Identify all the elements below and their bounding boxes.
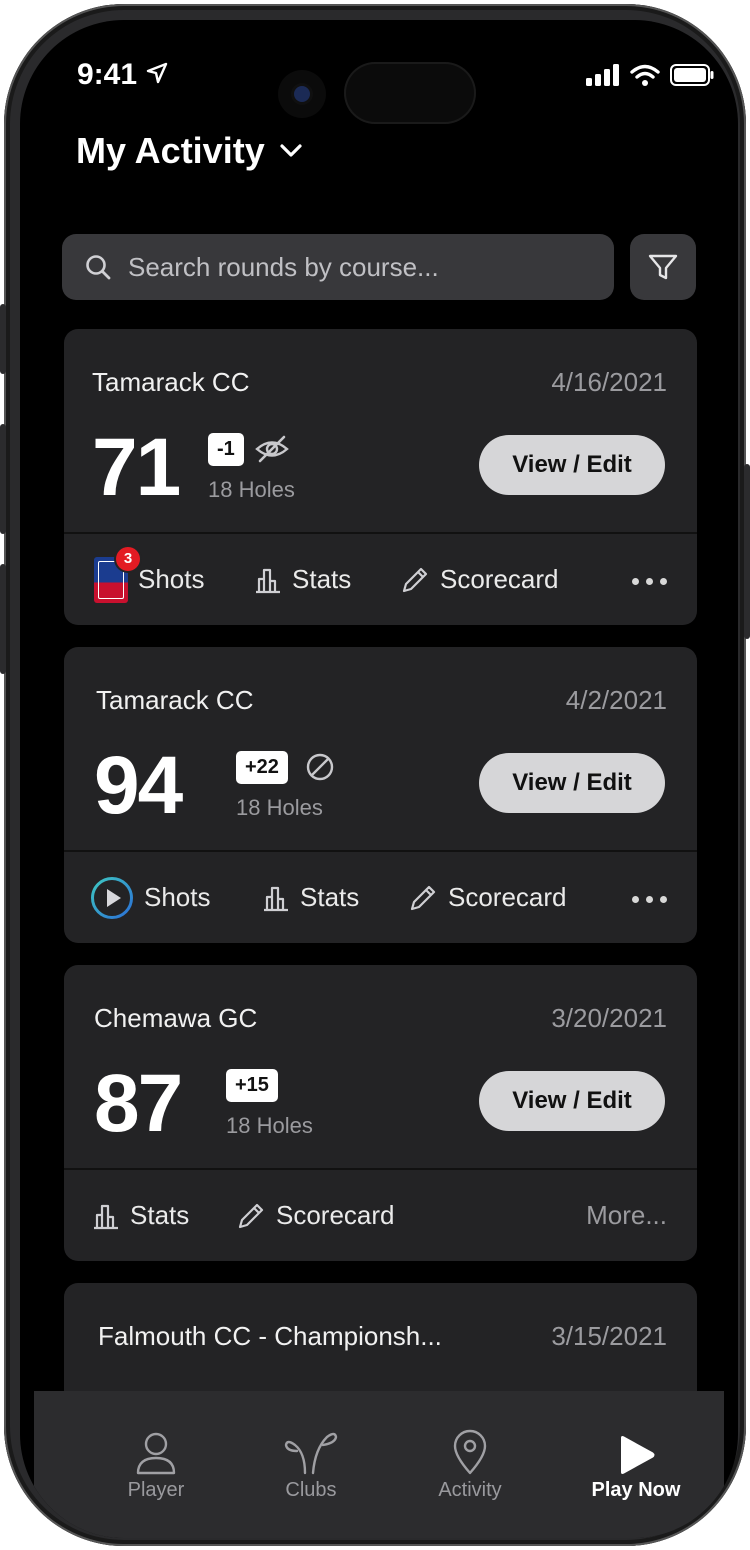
status-time: 9:41 — [77, 58, 138, 91]
volume-down-button — [0, 564, 6, 674]
pencil-icon — [402, 567, 428, 592]
scorecard-label: Scorecard — [448, 882, 567, 912]
more-options-icon[interactable] — [632, 578, 667, 585]
front-camera — [278, 70, 326, 118]
pencil-icon — [410, 885, 436, 910]
battery-icon — [670, 64, 714, 86]
hidden-eye-icon[interactable] — [254, 433, 290, 470]
scorecard-button[interactable]: Scorecard — [408, 852, 567, 943]
tab-player[interactable]: Player — [70, 1391, 242, 1502]
stats-label: Stats — [292, 564, 352, 594]
round-date: 4/2/2021 — [565, 685, 667, 715]
chevron-down-icon — [280, 144, 302, 157]
tab-clubs[interactable]: Clubs — [225, 1391, 397, 1502]
clubs-icon — [284, 1432, 338, 1475]
shots-button[interactable]: Shots — [90, 852, 211, 943]
round-card[interactable]: Chemawa GC 3/20/2021 87 +15 18 Holes Vie… — [64, 965, 697, 1261]
round-date: 3/15/2021 — [551, 1321, 667, 1351]
round-date: 4/16/2021 — [551, 367, 667, 397]
no-sync-icon — [304, 751, 336, 788]
bar-chart-icon — [94, 1204, 118, 1229]
shots-button[interactable]: 3 Shots — [94, 534, 205, 625]
tab-label: Activity — [438, 1479, 502, 1501]
course-name: Tamarack CC — [96, 685, 254, 715]
view-edit-button[interactable]: View / Edit — [479, 1071, 665, 1131]
round-score: 87 — [94, 1058, 183, 1149]
scorecard-button[interactable]: Scorecard — [400, 534, 559, 625]
scorecard-button[interactable]: Scorecard — [236, 1170, 395, 1261]
phone-frame: 9:41 My Activity Search rounds by course… — [0, 4, 750, 1546]
stats-label: Stats — [130, 1200, 190, 1230]
round-card[interactable]: Tamarack CC 4/16/2021 71 -1 18 Holes Vie… — [64, 329, 697, 625]
pga-tour-logo-icon: 3 — [94, 546, 140, 603]
power-button — [744, 464, 750, 639]
bar-chart-icon — [256, 568, 280, 593]
shots-count-badge: 3 — [116, 546, 140, 571]
page-title: My Activity — [76, 130, 265, 171]
tab-play-now[interactable]: Play Now — [550, 1391, 722, 1502]
course-name: Chemawa GC — [94, 1003, 258, 1033]
holes-played: 18 Holes — [236, 795, 323, 820]
location-arrow-icon — [146, 62, 168, 89]
search-input[interactable] — [126, 250, 590, 284]
volume-up-button — [0, 424, 6, 534]
person-icon — [136, 1432, 176, 1475]
stats-button[interactable]: Stats — [254, 534, 351, 625]
pencil-icon — [238, 1203, 264, 1228]
filter-button[interactable] — [630, 234, 696, 300]
more-options-icon[interactable] — [632, 896, 667, 903]
more-button[interactable]: More... — [586, 1170, 667, 1261]
tab-label: Clubs — [285, 1479, 337, 1501]
stats-button[interactable]: Stats — [92, 1170, 189, 1261]
search-icon — [84, 253, 112, 281]
mute-switch — [0, 304, 6, 374]
tab-bar: Player Clubs Activity Play Now — [34, 1391, 724, 1538]
scorecard-label: Scorecard — [276, 1200, 395, 1230]
round-score: 94 — [94, 740, 183, 831]
stats-button[interactable]: Stats — [262, 852, 359, 943]
play-circle-icon — [91, 876, 133, 919]
holes-played: 18 Holes — [226, 1113, 313, 1138]
round-card[interactable]: Tamarack CC 4/2/2021 94 +22 18 Holes Vie… — [64, 647, 697, 943]
tab-label: Play Now — [591, 1479, 681, 1501]
view-edit-button[interactable]: View / Edit — [479, 753, 665, 813]
activity-filter-dropdown[interactable]: My Activity — [76, 130, 303, 172]
to-par-badge: +22 — [236, 751, 288, 784]
round-score: 71 — [92, 422, 181, 513]
bar-chart-icon — [264, 886, 288, 911]
status-icons — [586, 64, 714, 86]
course-name: Tamarack CC — [92, 367, 250, 397]
to-par-badge: -1 — [208, 433, 244, 466]
search-bar[interactable] — [62, 234, 614, 300]
stats-label: Stats — [300, 882, 360, 912]
play-icon — [621, 1436, 655, 1474]
view-edit-button[interactable]: View / Edit — [479, 435, 665, 495]
shots-label: Shots — [144, 882, 211, 912]
filter-funnel-icon — [648, 254, 678, 280]
screen: 9:41 My Activity Search rounds by course… — [20, 20, 738, 1538]
round-actions: Shots Stats Scorecard — [64, 852, 697, 943]
location-pin-icon — [453, 1429, 487, 1475]
course-name: Falmouth CC - Championsh... — [98, 1321, 442, 1351]
round-actions: 3 Shots Stats Scorecard — [64, 534, 697, 625]
wifi-icon — [630, 64, 660, 86]
cellular-signal-icon — [586, 64, 619, 86]
scorecard-label: Scorecard — [440, 564, 559, 594]
holes-played: 18 Holes — [208, 477, 295, 502]
tab-activity[interactable]: Activity — [384, 1391, 556, 1502]
round-date: 3/20/2021 — [551, 1003, 667, 1033]
tab-label: Player — [127, 1479, 185, 1501]
to-par-badge: +15 — [226, 1069, 278, 1102]
dynamic-island — [344, 62, 476, 124]
round-actions: Stats Scorecard More... — [64, 1170, 697, 1261]
shots-label: Shots — [138, 564, 205, 594]
